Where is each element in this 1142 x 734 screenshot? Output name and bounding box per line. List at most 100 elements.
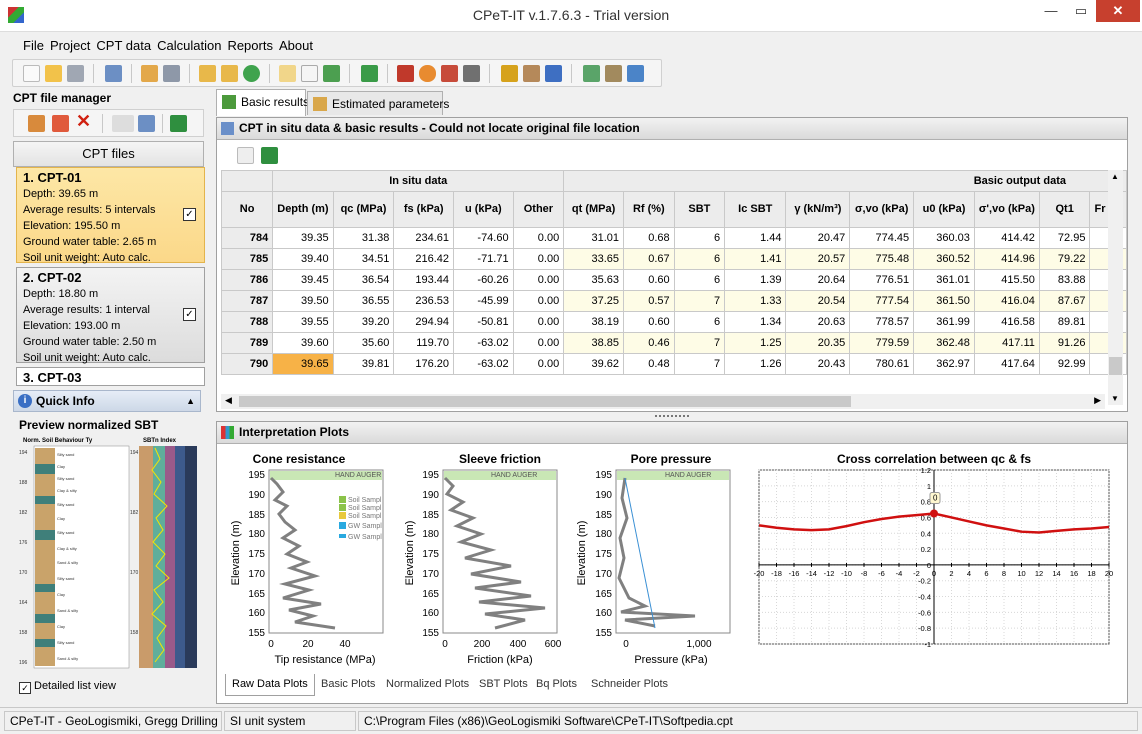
table-cell[interactable]: 417.11 xyxy=(973,332,1040,354)
table-cell[interactable]: 787 xyxy=(220,290,274,312)
column-header[interactable]: Ic SBT xyxy=(724,191,787,228)
table-cell[interactable]: 31.38 xyxy=(332,227,395,249)
table-cell[interactable]: 35.63 xyxy=(563,269,624,291)
table-cell[interactable]: -74.60 xyxy=(453,227,514,249)
table-cell[interactable]: 1.25 xyxy=(724,332,787,354)
scroll-thumb[interactable] xyxy=(1109,357,1122,375)
column-header[interactable]: σ,vo (kPa) xyxy=(849,191,915,228)
column-header[interactable]: Qt1 xyxy=(1038,191,1091,228)
table-cell[interactable]: 39.65 xyxy=(272,353,334,375)
table-cell[interactable]: 6 xyxy=(673,269,726,291)
table-cell[interactable]: 789 xyxy=(220,332,274,354)
table-cell[interactable]: 416.04 xyxy=(973,290,1040,312)
cpt-file-item-2[interactable]: 2. CPT-02 Depth: 18.80 m Average results… xyxy=(16,267,205,364)
table-cell[interactable]: 0.00 xyxy=(512,353,565,375)
table-cell[interactable]: 87.67 xyxy=(1038,290,1091,312)
menu-reports[interactable]: Reports xyxy=(224,34,276,53)
layer-icon[interactable] xyxy=(361,65,378,82)
table-cell[interactable]: 0.00 xyxy=(512,227,565,249)
menu-calculation[interactable]: Calculation xyxy=(154,34,224,53)
table-cell[interactable]: 780.61 xyxy=(849,353,915,375)
table-cell[interactable]: 1.33 xyxy=(724,290,787,312)
table-cell[interactable]: 784 xyxy=(220,227,274,249)
table-cell[interactable]: 362.97 xyxy=(913,353,975,375)
table-cell[interactable]: 786 xyxy=(220,269,274,291)
table-cell[interactable]: 20.57 xyxy=(785,248,851,270)
table-cell[interactable]: 790 xyxy=(220,353,274,375)
menu-project[interactable]: Project xyxy=(47,34,93,53)
table-cell[interactable]: 20.43 xyxy=(785,353,851,375)
table-cell[interactable]: 20.35 xyxy=(785,332,851,354)
table-cell[interactable]: 39.50 xyxy=(272,290,334,312)
table-cell[interactable]: 0.60 xyxy=(622,269,675,291)
rename-icon[interactable] xyxy=(112,115,134,132)
table-cell[interactable]: 417.64 xyxy=(973,353,1040,375)
table-cell[interactable]: 0.00 xyxy=(512,332,565,354)
table-cell[interactable]: 6 xyxy=(673,248,726,270)
table-cell[interactable]: 361.50 xyxy=(913,290,975,312)
refresh-icon[interactable] xyxy=(243,65,260,82)
table-cell[interactable]: 83.88 xyxy=(1038,269,1091,291)
table-cell[interactable]: 119.70 xyxy=(393,332,455,354)
table-cell[interactable]: 1.26 xyxy=(724,353,787,375)
column-header[interactable]: Rf (%) xyxy=(622,191,675,228)
table-cell[interactable]: 7 xyxy=(673,290,726,312)
subtab-sbt-plots[interactable]: SBT Plots xyxy=(473,674,534,696)
table-cell[interactable]: 776.51 xyxy=(849,269,915,291)
window-icon[interactable] xyxy=(105,65,122,82)
scroll-up-icon[interactable]: ▲ xyxy=(1111,172,1119,181)
cpt-file-checkbox[interactable]: ✓ xyxy=(183,308,196,321)
table-cell[interactable]: 39.60 xyxy=(272,332,334,354)
table-cell[interactable]: 216.42 xyxy=(393,248,455,270)
table-row[interactable]: 785 39.40 34.51 216.42 -71.71 0.00 33.65 0.67 6 1… xyxy=(220,248,1127,270)
column-header[interactable]: SBT xyxy=(673,191,726,228)
ruler-icon[interactable] xyxy=(605,65,622,82)
table-row[interactable]: 784 39.35 31.38 234.61 -74.60 0.00 31.01 0.68 6 1… xyxy=(220,227,1127,249)
table-cell[interactable]: 20.47 xyxy=(785,227,851,249)
scroll-down-icon[interactable]: ▼ xyxy=(1111,394,1119,403)
table-cell[interactable]: 20.63 xyxy=(785,311,851,333)
table-cell[interactable]: 0.57 xyxy=(622,290,675,312)
splitter[interactable] xyxy=(216,414,1128,419)
scroll-right-icon[interactable]: ▶ xyxy=(1094,395,1101,406)
column-header[interactable]: γ (kN/m³) xyxy=(785,191,851,228)
table-cell[interactable]: 6 xyxy=(673,227,726,249)
table-cell[interactable]: 777.54 xyxy=(849,290,915,312)
table-cell[interactable]: 234.61 xyxy=(393,227,455,249)
table-row[interactable]: 789 39.60 35.60 119.70 -63.02 0.00 38.85 0.46 7 1… xyxy=(220,332,1127,354)
curve-chart-icon[interactable] xyxy=(441,65,458,82)
table-cell[interactable]: 39.35 xyxy=(272,227,334,249)
wand-icon[interactable] xyxy=(501,65,518,82)
shield-icon[interactable] xyxy=(463,65,480,82)
column-header[interactable]: Other xyxy=(512,191,565,228)
table-cell[interactable]: 360.52 xyxy=(913,248,975,270)
settings-icon[interactable] xyxy=(138,115,155,132)
table-cell[interactable]: 31.01 xyxy=(563,227,624,249)
table-cell[interactable]: 20.64 xyxy=(785,269,851,291)
column-header[interactable]: u (kPa) xyxy=(453,191,514,228)
table-cell[interactable]: 779.59 xyxy=(849,332,915,354)
table-cell[interactable]: 788 xyxy=(220,311,274,333)
table-cell[interactable]: 0.67 xyxy=(622,248,675,270)
report-icon[interactable] xyxy=(627,65,644,82)
table-cell[interactable]: 79.22 xyxy=(1038,248,1091,270)
table-cell[interactable]: 36.54 xyxy=(332,269,395,291)
table-cell[interactable]: 37.25 xyxy=(563,290,624,312)
column-header[interactable]: No xyxy=(220,191,274,228)
menu-about[interactable]: About xyxy=(276,34,316,53)
table-cell[interactable]: -63.02 xyxy=(453,353,514,375)
menu-cpt-data[interactable]: CPT data xyxy=(93,34,154,53)
table-icon[interactable] xyxy=(523,65,540,82)
subtab-bq-plots[interactable]: Bq Plots xyxy=(530,674,583,696)
axis-chart-icon[interactable] xyxy=(397,65,414,82)
vertical-scrollbar[interactable]: ▲ ▼ xyxy=(1108,170,1123,405)
export-icon[interactable] xyxy=(323,65,340,82)
table-cell[interactable]: 361.99 xyxy=(913,311,975,333)
bar-chart-icon[interactable] xyxy=(545,65,562,82)
table-cell[interactable]: 176.20 xyxy=(393,353,455,375)
table-cell[interactable]: 38.85 xyxy=(563,332,624,354)
menu-file[interactable]: File xyxy=(20,34,47,53)
table-cell[interactable]: 1.39 xyxy=(724,269,787,291)
table-cell[interactable]: -45.99 xyxy=(453,290,514,312)
table-cell[interactable]: 20.54 xyxy=(785,290,851,312)
